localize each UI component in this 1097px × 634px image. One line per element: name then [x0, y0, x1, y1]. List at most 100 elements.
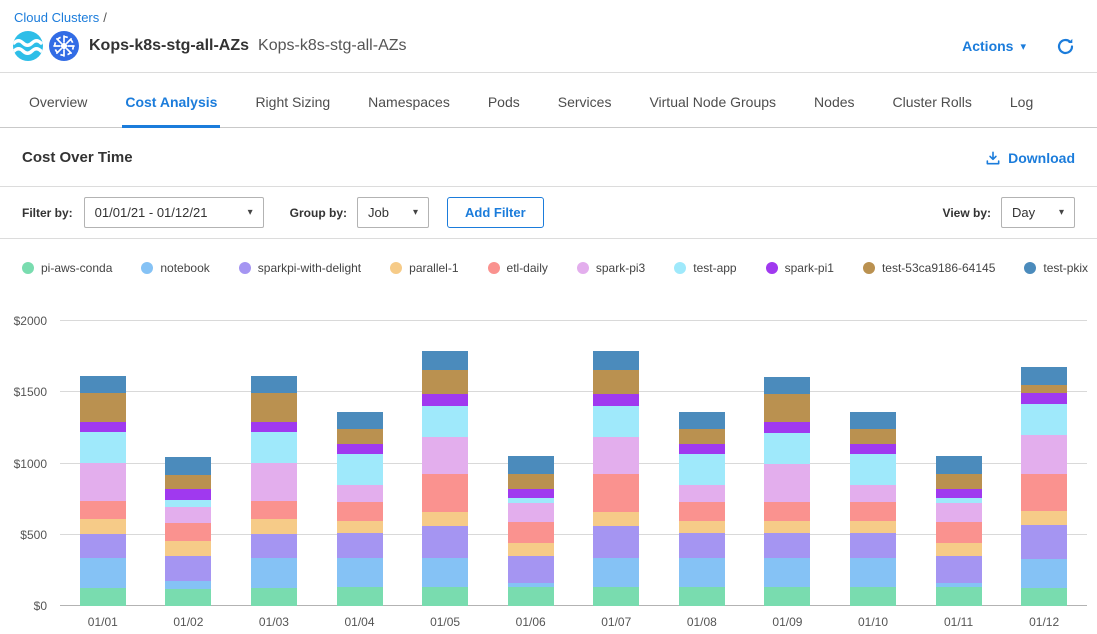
bar-segment-sparkpi-with-delight[interactable] — [422, 526, 468, 558]
view-by-dropdown[interactable]: Day ▾ — [1001, 197, 1075, 228]
tab-cost-analysis[interactable]: Cost Analysis — [122, 94, 220, 128]
bar-segment-etl-daily[interactable] — [764, 502, 810, 521]
bar-01-03[interactable] — [251, 376, 297, 606]
bar-segment-spark-pi1[interactable] — [80, 422, 126, 432]
tab-pods[interactable]: Pods — [485, 94, 523, 128]
bar-segment-test-53ca9186-64145[interactable] — [764, 394, 810, 423]
bar-segment-test-53ca9186-64145[interactable] — [165, 475, 211, 489]
bar-segment-etl-daily[interactable] — [679, 502, 725, 521]
bar-segment-etl-daily[interactable] — [936, 522, 982, 543]
bar-segment-test-pkix[interactable] — [80, 376, 126, 393]
legend-item-pi-aws-conda[interactable]: pi-aws-conda — [22, 261, 112, 275]
bar-segment-sparkpi-with-delight[interactable] — [936, 556, 982, 582]
bar-segment-test-53ca9186-64145[interactable] — [508, 474, 554, 488]
bar-segment-test-app[interactable] — [679, 454, 725, 485]
bar-segment-pi-aws-conda[interactable] — [764, 587, 810, 606]
bar-01-02[interactable] — [165, 457, 211, 606]
bar-segment-etl-daily[interactable] — [508, 522, 554, 543]
bar-segment-pi-aws-conda[interactable] — [422, 587, 468, 606]
bar-segment-spark-pi1[interactable] — [679, 444, 725, 454]
bar-01-10[interactable] — [850, 412, 896, 606]
bar-segment-pi-aws-conda[interactable] — [251, 588, 297, 606]
bar-segment-etl-daily[interactable] — [80, 501, 126, 520]
bar-segment-notebook[interactable] — [80, 558, 126, 589]
tab-namespaces[interactable]: Namespaces — [365, 94, 453, 128]
bar-segment-test-pkix[interactable] — [337, 412, 383, 430]
bar-segment-etl-daily[interactable] — [593, 474, 639, 512]
bar-segment-spark-pi1[interactable] — [251, 422, 297, 432]
bar-segment-pi-aws-conda[interactable] — [1021, 588, 1067, 606]
bar-segment-parallel-1[interactable] — [165, 541, 211, 556]
bar-segment-spark-pi1[interactable] — [850, 444, 896, 454]
actions-button[interactable]: Actions ▾ — [962, 38, 1026, 54]
tab-cluster-rolls[interactable]: Cluster Rolls — [890, 94, 975, 128]
legend-item-spark-pi3[interactable]: spark-pi3 — [577, 261, 645, 275]
bar-01-12[interactable] — [1021, 367, 1067, 606]
bar-segment-spark-pi1[interactable] — [1021, 393, 1067, 404]
bar-segment-notebook[interactable] — [850, 558, 896, 587]
bar-segment-spark-pi3[interactable] — [593, 437, 639, 474]
bar-segment-parallel-1[interactable] — [251, 519, 297, 534]
bar-segment-test-53ca9186-64145[interactable] — [850, 429, 896, 443]
bar-segment-pi-aws-conda[interactable] — [165, 589, 211, 606]
bar-segment-test-pkix[interactable] — [508, 456, 554, 474]
bar-segment-test-app[interactable] — [1021, 404, 1067, 435]
tab-log[interactable]: Log — [1007, 94, 1036, 128]
bar-segment-spark-pi3[interactable] — [165, 507, 211, 523]
legend-item-etl-daily[interactable]: etl-daily — [488, 261, 548, 275]
bar-segment-notebook[interactable] — [422, 558, 468, 587]
bar-segment-test-app[interactable] — [165, 500, 211, 507]
breadcrumb-link-cloud-clusters[interactable]: Cloud Clusters — [14, 10, 99, 25]
bar-segment-test-53ca9186-64145[interactable] — [1021, 385, 1067, 393]
bar-segment-notebook[interactable] — [764, 558, 810, 587]
bar-segment-sparkpi-with-delight[interactable] — [508, 556, 554, 582]
bar-segment-spark-pi3[interactable] — [679, 485, 725, 502]
bar-segment-test-pkix[interactable] — [165, 457, 211, 475]
bar-segment-pi-aws-conda[interactable] — [337, 587, 383, 606]
bar-segment-spark-pi1[interactable] — [337, 444, 383, 454]
bar-segment-sparkpi-with-delight[interactable] — [251, 534, 297, 558]
bar-01-08[interactable] — [679, 412, 725, 606]
bar-segment-spark-pi3[interactable] — [936, 503, 982, 522]
bar-segment-test-53ca9186-64145[interactable] — [936, 474, 982, 488]
legend-item-test-pkix[interactable]: test-pkix — [1024, 261, 1088, 275]
bar-segment-etl-daily[interactable] — [1021, 474, 1067, 510]
bar-01-09[interactable] — [764, 377, 810, 606]
bar-segment-sparkpi-with-delight[interactable] — [679, 533, 725, 559]
bar-segment-parallel-1[interactable] — [337, 521, 383, 533]
bar-segment-etl-daily[interactable] — [850, 502, 896, 521]
bar-segment-test-app[interactable] — [80, 432, 126, 463]
bar-segment-spark-pi3[interactable] — [422, 437, 468, 474]
download-button[interactable]: Download — [985, 150, 1075, 166]
bar-segment-spark-pi1[interactable] — [165, 489, 211, 500]
bar-segment-sparkpi-with-delight[interactable] — [80, 534, 126, 558]
bar-segment-sparkpi-with-delight[interactable] — [337, 533, 383, 559]
bar-01-04[interactable] — [337, 412, 383, 606]
bar-segment-test-pkix[interactable] — [251, 376, 297, 393]
bar-segment-pi-aws-conda[interactable] — [679, 587, 725, 606]
bar-segment-etl-daily[interactable] — [337, 502, 383, 521]
bar-segment-spark-pi3[interactable] — [850, 485, 896, 502]
bar-segment-parallel-1[interactable] — [593, 512, 639, 526]
bar-segment-notebook[interactable] — [337, 558, 383, 587]
bar-segment-test-53ca9186-64145[interactable] — [337, 429, 383, 443]
bar-01-01[interactable] — [80, 376, 126, 606]
bar-segment-test-app[interactable] — [251, 432, 297, 463]
bar-segment-sparkpi-with-delight[interactable] — [764, 533, 810, 559]
bar-segment-etl-daily[interactable] — [165, 523, 211, 541]
legend-item-test-app[interactable]: test-app — [674, 261, 736, 275]
bar-segment-notebook[interactable] — [593, 558, 639, 587]
bar-segment-pi-aws-conda[interactable] — [850, 587, 896, 606]
tab-nodes[interactable]: Nodes — [811, 94, 857, 128]
legend-item-notebook[interactable]: notebook — [141, 261, 209, 275]
bar-segment-sparkpi-with-delight[interactable] — [165, 556, 211, 581]
legend-item-test-53ca9186-64145[interactable]: test-53ca9186-64145 — [863, 261, 995, 275]
tab-services[interactable]: Services — [555, 94, 615, 128]
bar-segment-spark-pi3[interactable] — [764, 464, 810, 502]
bar-segment-test-app[interactable] — [337, 454, 383, 485]
add-filter-button[interactable]: Add Filter — [447, 197, 544, 228]
tab-overview[interactable]: Overview — [26, 94, 90, 128]
bar-segment-test-pkix[interactable] — [679, 412, 725, 430]
bar-segment-test-53ca9186-64145[interactable] — [251, 393, 297, 422]
legend-item-sparkpi-with-delight[interactable]: sparkpi-with-delight — [239, 261, 361, 275]
